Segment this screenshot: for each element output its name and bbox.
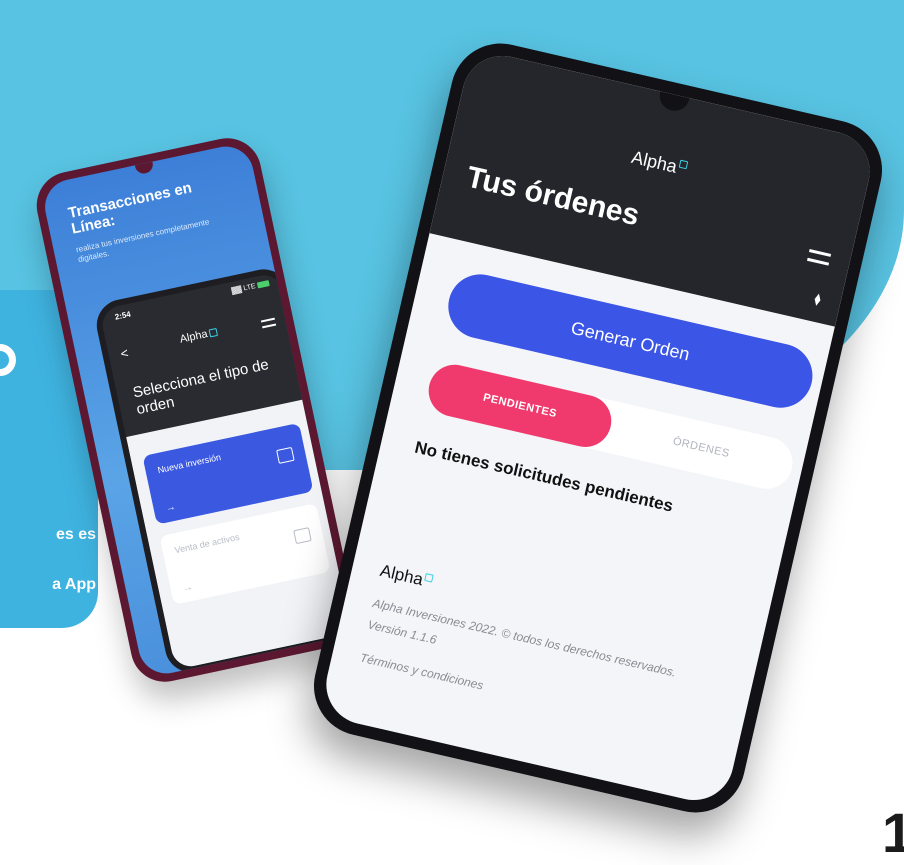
- promo-text-line1: es es: [55, 526, 96, 543]
- corner-number: 1: [882, 801, 904, 864]
- inner-logo-text: Alpha: [178, 328, 209, 346]
- sell-assets-label: Venta de activos: [173, 531, 241, 556]
- battery-icon: [256, 280, 270, 289]
- new-investment-label: Nueva inversión: [156, 451, 222, 476]
- app-logo-text: Alpha: [629, 146, 679, 177]
- arrow-right-icon: →: [181, 581, 194, 595]
- status-icons: ▓▓ LTE: [231, 280, 270, 295]
- tab-pending[interactable]: PENDIENTES: [423, 359, 617, 453]
- filter-icon[interactable]: ⧫: [813, 292, 822, 307]
- inner-logo: Alpha: [107, 311, 289, 361]
- status-time: 2:54: [114, 309, 132, 322]
- footer-logo-text: Alpha: [378, 560, 425, 590]
- menu-icon[interactable]: [806, 249, 832, 266]
- tab-orders[interactable]: ÓRDENES: [605, 401, 798, 494]
- wallet-icon: [293, 527, 312, 545]
- logo-square-icon: [678, 159, 689, 170]
- logo-square-icon: [424, 573, 435, 583]
- page-title: Tus órdenes: [463, 160, 643, 233]
- notch: [656, 91, 690, 114]
- arrow-right-icon: →: [164, 501, 177, 515]
- footer-logo: Alpha: [378, 561, 435, 593]
- document-icon: [276, 446, 295, 464]
- promo-text-line2: a App: [52, 576, 96, 593]
- logo-square-icon: [208, 327, 219, 338]
- footer-copyright: Alpha Inversiones 2022. © todos los dere…: [366, 596, 678, 680]
- notch: [134, 161, 155, 176]
- signal-icon: ▓▓ LTE: [230, 282, 257, 295]
- menu-icon[interactable]: [260, 317, 277, 329]
- inner-body: Nueva inversión → Venta de activos →: [126, 398, 353, 670]
